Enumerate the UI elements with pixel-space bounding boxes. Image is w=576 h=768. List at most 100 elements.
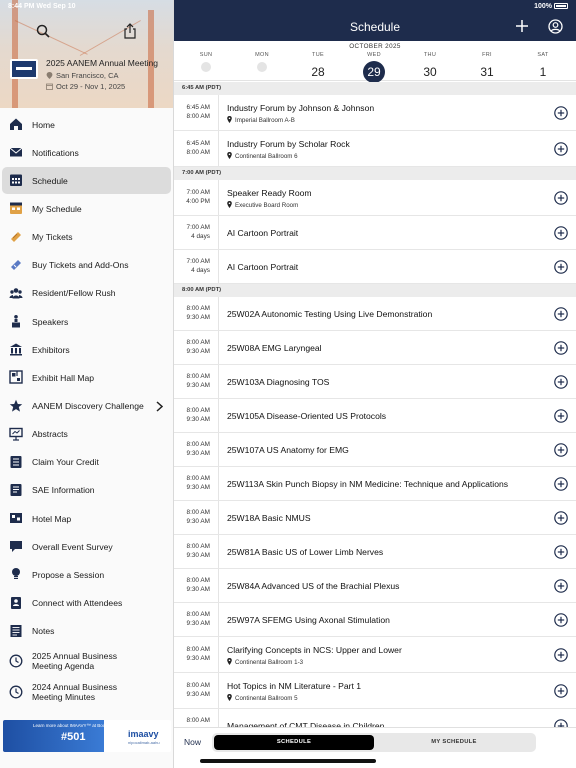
tab-my-schedule[interactable]: MY SCHEDULE	[374, 735, 534, 750]
add-to-schedule-icon[interactable]	[554, 579, 568, 593]
home-indicator	[200, 759, 376, 763]
day-fri[interactable]: FRI 31	[467, 52, 507, 88]
session-row[interactable]: 8:00 AM 9:30 AM 25W81A Basic US of Lower L…	[174, 535, 576, 569]
day-sat[interactable]: SAT 1	[523, 52, 563, 88]
search-icon[interactable]	[36, 24, 50, 38]
add-to-schedule-icon[interactable]	[554, 142, 568, 156]
add-to-schedule-icon[interactable]	[554, 511, 568, 525]
session-row[interactable]: 8:00 AM 9:30 AM 25W97A SFEMG Using Axonal …	[174, 603, 576, 637]
sidebar-item-schedule[interactable]: Schedule	[2, 167, 171, 195]
day-sun[interactable]: SUN	[186, 52, 226, 72]
sidebar-item-speakers[interactable]: Speakers	[2, 308, 171, 335]
ad-text: Learn more about IMAAVY™ at Booth	[33, 723, 109, 728]
sidebar-item-sae-information[interactable]: SAE Information	[2, 477, 171, 504]
day-tue[interactable]: TUE 28	[298, 52, 338, 88]
share-icon[interactable]	[123, 23, 137, 39]
session-row[interactable]: 6:45 AM 8:00 AM Industry Forum by Scholar …	[174, 131, 576, 167]
profile-icon[interactable]	[548, 19, 563, 34]
add-to-schedule-icon[interactable]	[554, 307, 568, 321]
sponsor-ad-banner[interactable]: Learn more about IMAAVY™ at Booth #501 i…	[3, 720, 171, 752]
day-name-label: SUN	[199, 52, 213, 58]
sidebar-item-label: Notes	[32, 626, 55, 637]
add-to-schedule-icon[interactable]	[554, 191, 568, 205]
day-wed[interactable]: WED 29	[354, 52, 394, 88]
day-number: 1	[539, 65, 547, 79]
session-row[interactable]: 7:00 AM 4 days AI Cartoon Portrait	[174, 216, 576, 250]
sidebar-item-label: My Tickets	[32, 232, 73, 243]
session-start-time: 8:00 AM	[186, 611, 210, 618]
session-row[interactable]: 8:00 AM 9:30 AM 25W113A Skin Punch Biopsy …	[174, 467, 576, 501]
sidebar-item-my-schedule[interactable]: My Schedule	[2, 195, 171, 222]
sidebar-item-hotel-map[interactable]: Hotel Map	[2, 505, 171, 532]
home-icon	[10, 118, 22, 130]
add-to-schedule-icon[interactable]	[554, 477, 568, 491]
add-to-schedule-icon[interactable]	[554, 341, 568, 355]
session-row[interactable]: 7:00 AM 4:00 PM Speaker Ready Room Executiv…	[174, 180, 576, 216]
session-row[interactable]: 8:00 AM 9:30 AM 25W103A Diagnosing TOS	[174, 365, 576, 399]
sidebar-item-propose-a-session[interactable]: Propose a Session	[2, 561, 171, 588]
sidebar-item-claim-your-credit[interactable]: Claim Your Credit	[2, 449, 171, 476]
status-battery: 100%	[534, 3, 568, 10]
add-to-schedule-icon[interactable]	[554, 226, 568, 240]
session-row[interactable]: 8:00 AM 9:30 AM 25W107A US Anatomy for EMG	[174, 433, 576, 467]
sidebar-item-2024-annual-business-meeting-minutes[interactable]: 2024 Annual Business Meeting Minutes	[2, 677, 171, 707]
session-row[interactable]: 7:00 AM 4 days AI Cartoon Portrait	[174, 250, 576, 284]
add-to-schedule-icon[interactable]	[554, 409, 568, 423]
day-name-label: WED	[367, 52, 381, 58]
sidebar-item-home[interactable]: Home	[2, 111, 171, 138]
sidebar-item-connect-with-attendees[interactable]: Connect with Attendees	[2, 590, 171, 617]
sidebar-item-abstracts[interactable]: Abstracts	[2, 421, 171, 448]
session-title: Industry Forum by Scholar Rock	[227, 139, 350, 149]
sidebar-item-label: Exhibitors	[32, 344, 70, 355]
session-row[interactable]: 8:00 AM 9:30 AM 25W84A Advanced US of the …	[174, 569, 576, 603]
tab-schedule[interactable]: SCHEDULE	[214, 735, 374, 750]
location-pin-icon	[227, 694, 232, 701]
add-icon[interactable]	[515, 19, 529, 33]
session-row[interactable]: 8:00 AM Management of CMT Disease in Chil…	[174, 709, 576, 727]
session-row[interactable]: 8:00 AM 9:30 AM 25W18A Basic NMUS	[174, 501, 576, 535]
add-to-schedule-icon[interactable]	[554, 106, 568, 120]
sidebar-item-notes[interactable]: Notes	[2, 618, 171, 645]
day-mon[interactable]: MON	[242, 52, 282, 72]
session-row[interactable]: 8:00 AM 9:30 AM Clarifying Concepts in NCS…	[174, 637, 576, 673]
sidebar-item-exhibitors[interactable]: Exhibitors	[2, 336, 171, 363]
sidebar-item-notifications[interactable]: Notifications	[2, 139, 171, 166]
sidebar-item-my-tickets[interactable]: My Tickets	[2, 224, 171, 251]
day-thu[interactable]: THU 30	[410, 52, 450, 88]
add-to-schedule-icon[interactable]	[554, 375, 568, 389]
session-row[interactable]: 8:00 AM 9:30 AM Hot Topics in NM Literatur…	[174, 673, 576, 709]
sidebar-item-exhibit-hall-map[interactable]: Exhibit Hall Map	[2, 364, 171, 391]
session-row[interactable]: 8:00 AM 9:30 AM 25W02A Autonomic Testing U…	[174, 297, 576, 331]
session-start-time: 7:00 AM	[186, 189, 210, 196]
add-to-schedule-icon[interactable]	[554, 648, 568, 662]
calendar-grid-icon	[10, 174, 22, 187]
podium-icon	[12, 315, 20, 328]
session-row[interactable]: 8:00 AM 9:30 AM 25W08A EMG Laryngeal	[174, 331, 576, 365]
time-group-header: 6:45 AM (PDT)	[174, 82, 576, 95]
sidebar-item-resident-fellow-rush[interactable]: Resident/Fellow Rush	[2, 280, 171, 307]
add-to-schedule-icon[interactable]	[554, 443, 568, 457]
sidebar-item-overall-event-survey[interactable]: Overall Event Survey	[2, 533, 171, 560]
sidebar-item-buy-tickets-and-add-ons[interactable]: Buy Tickets and Add-Ons	[2, 252, 171, 279]
add-to-schedule-icon[interactable]	[554, 545, 568, 559]
session-start-time: 8:00 AM	[186, 305, 210, 312]
add-to-schedule-icon[interactable]	[554, 684, 568, 698]
sidebar-item-2025-annual-business-meeting-agenda[interactable]: 2025 Annual Business Meeting Agenda	[2, 646, 171, 676]
session-divider	[218, 637, 219, 672]
sidebar-item-aanem-discovery-challenge[interactable]: AANEM Discovery Challenge	[2, 393, 171, 420]
chevron-right-icon[interactable]	[156, 400, 163, 412]
session-row[interactable]: 8:00 AM 9:30 AM 25W105A Disease-Oriented U…	[174, 399, 576, 433]
session-start-time: 8:00 AM	[186, 543, 210, 550]
session-divider	[218, 297, 219, 330]
add-to-schedule-icon[interactable]	[554, 613, 568, 627]
add-to-schedule-icon[interactable]	[554, 719, 568, 727]
session-row[interactable]: 6:45 AM 8:00 AM Industry Forum by Johnson …	[174, 95, 576, 131]
time-group-header: 7:00 AM (PDT)	[174, 167, 576, 180]
session-end-time: 9:30 AM	[186, 586, 210, 593]
now-button[interactable]: Now	[184, 737, 201, 747]
day-number: 28	[311, 65, 325, 79]
add-to-schedule-icon[interactable]	[554, 260, 568, 274]
event-location-text: San Francisco, CA	[56, 71, 119, 80]
session-divider	[218, 131, 219, 166]
session-divider	[218, 331, 219, 364]
